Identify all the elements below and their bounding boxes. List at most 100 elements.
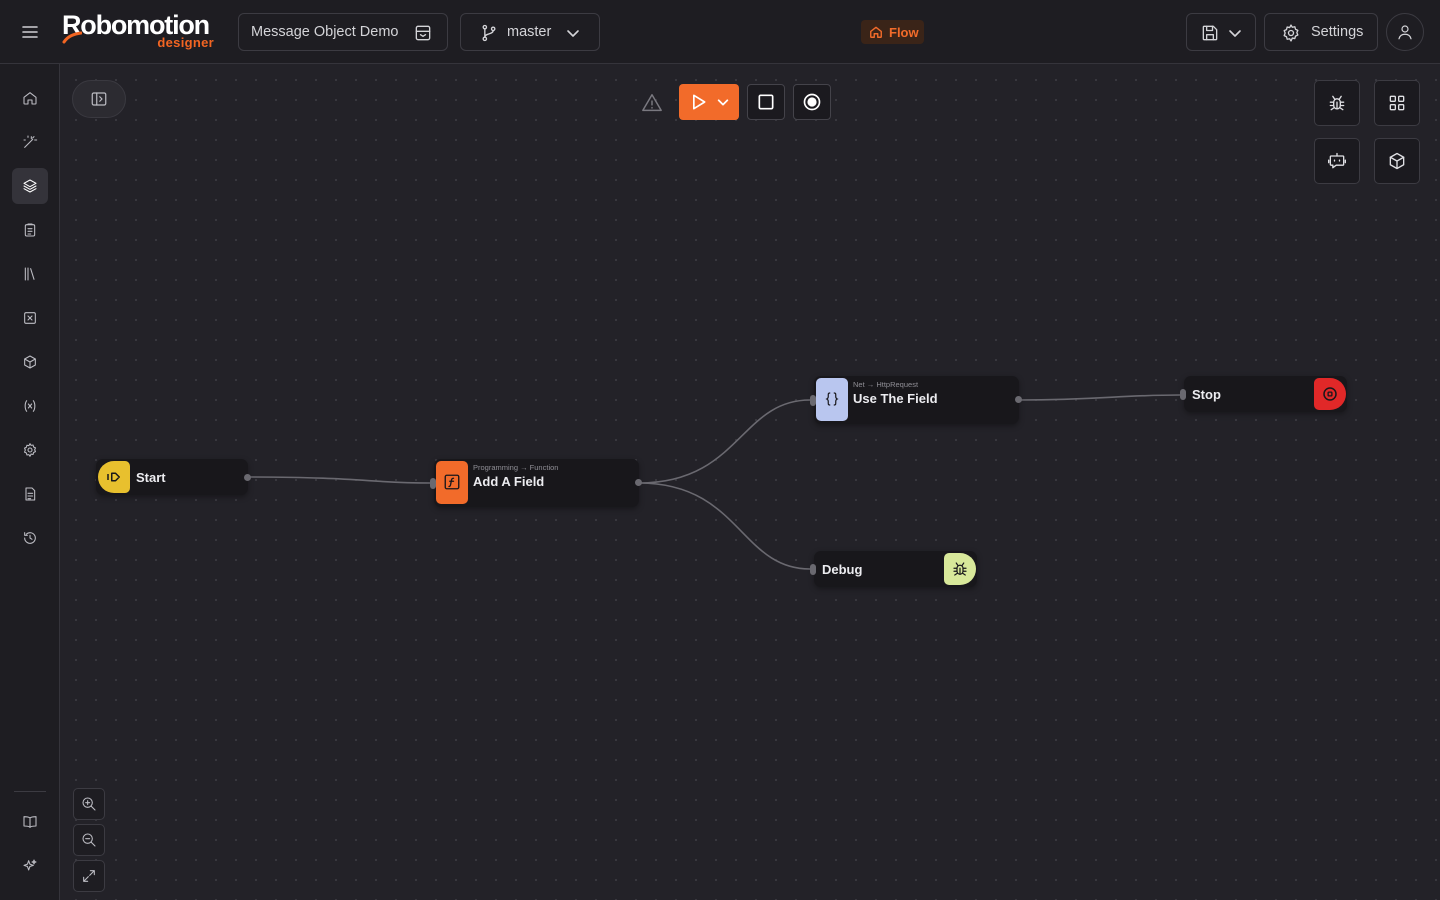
- save-button[interactable]: [1186, 13, 1256, 51]
- input-port[interactable]: [1180, 389, 1186, 400]
- node-category: Net → HttpRequest: [853, 380, 919, 389]
- branch-name: master: [507, 24, 552, 40]
- input-port[interactable]: [430, 478, 436, 489]
- flow-canvas[interactable]: Start Programming → Function Add A Field…: [60, 64, 1440, 900]
- node-label: Use The Field: [853, 391, 938, 406]
- start-node-icon-box: [98, 461, 130, 493]
- settings-button[interactable]: Settings: [1264, 13, 1378, 51]
- home-icon: [869, 25, 883, 39]
- settings-label: Settings: [1311, 24, 1364, 40]
- sidebar-item-flows[interactable]: [12, 168, 48, 204]
- stop-square-icon: [758, 94, 774, 110]
- braces-icon: [825, 392, 839, 406]
- menu-icon[interactable]: [18, 20, 42, 44]
- sidebar-item-docs[interactable]: [12, 804, 48, 840]
- output-port[interactable]: [244, 474, 251, 481]
- record-button[interactable]: [793, 84, 831, 120]
- ai-assistant-button[interactable]: [1314, 138, 1360, 184]
- chevron-down-icon: [565, 25, 581, 41]
- zoom-out-icon: [82, 833, 96, 847]
- toggle-panel-button[interactable]: [72, 80, 126, 118]
- zoom-in-icon: [82, 797, 96, 811]
- sparkles-icon: [23, 859, 37, 871]
- bug-icon: [953, 562, 967, 576]
- app-logo[interactable]: Robomotion designer: [62, 10, 218, 54]
- sidebar-item-packages[interactable]: [12, 344, 48, 380]
- magic-wand-icon: [23, 135, 38, 148]
- flow-badge: Flow: [861, 20, 924, 44]
- sidebar-item-tasks[interactable]: [12, 212, 48, 248]
- project-name: Message Object Demo: [251, 24, 399, 40]
- document-icon: [25, 487, 36, 501]
- git-branch-icon: [479, 23, 499, 43]
- node-add-a-field[interactable]: Programming → Function Add A Field: [430, 459, 642, 507]
- node-debug[interactable]: Debug: [810, 551, 977, 587]
- input-port[interactable]: [810, 564, 816, 575]
- package-icon: [24, 355, 36, 369]
- zoom-out-button[interactable]: [73, 824, 105, 856]
- archive-box-icon: [413, 23, 433, 43]
- output-port[interactable]: [1015, 396, 1022, 403]
- logo-subtitle: designer: [157, 35, 214, 50]
- zoom-in-button[interactable]: [73, 788, 105, 820]
- node-start[interactable]: Start: [96, 459, 251, 495]
- sidebar-item-home[interactable]: [12, 80, 48, 116]
- debug-node-icon-box: [944, 553, 976, 585]
- node-palette-button[interactable]: [1374, 80, 1420, 126]
- warning-icon[interactable]: [641, 92, 663, 114]
- record-icon: [803, 93, 821, 111]
- fit-view-button[interactable]: [73, 860, 105, 892]
- sidebar-item-settings[interactable]: [12, 432, 48, 468]
- history-icon: [24, 532, 36, 544]
- node-category: Programming → Function: [473, 463, 559, 472]
- input-port[interactable]: [810, 395, 816, 406]
- sidebar-panel-icon: [91, 92, 107, 106]
- sidebar-item-variables-box[interactable]: [12, 300, 48, 336]
- user-avatar-button[interactable]: [1386, 13, 1424, 51]
- http-node-icon-box: [816, 378, 848, 421]
- sidebar-item-library[interactable]: [12, 256, 48, 292]
- save-icon: [1200, 23, 1220, 43]
- gear-icon: [23, 443, 36, 457]
- stop-button[interactable]: [747, 84, 785, 120]
- bug-icon: [1329, 95, 1345, 111]
- branch-selector-button[interactable]: master: [460, 13, 600, 51]
- top-bar: Robomotion designer Message Object Demo …: [0, 0, 1440, 64]
- layers-icon: [23, 179, 37, 193]
- sidebar-divider: [14, 791, 46, 792]
- variable-box-icon: [24, 312, 36, 324]
- sidebar-item-variables[interactable]: [12, 388, 48, 424]
- stop-node-icon-box: [1314, 378, 1346, 410]
- play-icon: [693, 94, 706, 110]
- node-label: Add A Field: [473, 474, 545, 489]
- chevron-down-icon: [717, 99, 729, 106]
- grid-icon: [1389, 95, 1405, 111]
- node-label: Start: [136, 470, 166, 485]
- node-stop[interactable]: Stop: [1180, 376, 1347, 412]
- logo-swoosh-icon: [62, 31, 82, 44]
- expand-icon: [83, 870, 95, 882]
- packages-button[interactable]: [1374, 138, 1420, 184]
- sidebar-item-magic[interactable]: [12, 124, 48, 160]
- debug-panel-button[interactable]: [1314, 80, 1360, 126]
- clipboard-icon: [24, 223, 36, 237]
- user-icon: [1398, 25, 1412, 40]
- node-connections: [247, 394, 1181, 570]
- node-label: Stop: [1192, 387, 1221, 402]
- node-use-the-field[interactable]: Net → HttpRequest Use The Field: [810, 376, 1022, 424]
- sidebar-item-history[interactable]: [12, 520, 48, 556]
- node-label: Debug: [822, 562, 863, 577]
- function-icon: [444, 474, 460, 490]
- sidebar-item-logs[interactable]: [12, 476, 48, 512]
- package-icon: [1389, 152, 1405, 170]
- output-port[interactable]: [635, 479, 642, 486]
- run-button[interactable]: [679, 84, 739, 120]
- book-icon: [23, 816, 37, 828]
- project-selector-button[interactable]: Message Object Demo: [238, 13, 448, 51]
- stop-target-icon: [1323, 387, 1337, 401]
- home-icon: [23, 92, 37, 105]
- chevron-down-icon: [1227, 25, 1243, 41]
- sidebar-item-ai[interactable]: [12, 848, 48, 884]
- start-arrow-icon: [107, 472, 120, 482]
- variable-icon: [24, 400, 36, 412]
